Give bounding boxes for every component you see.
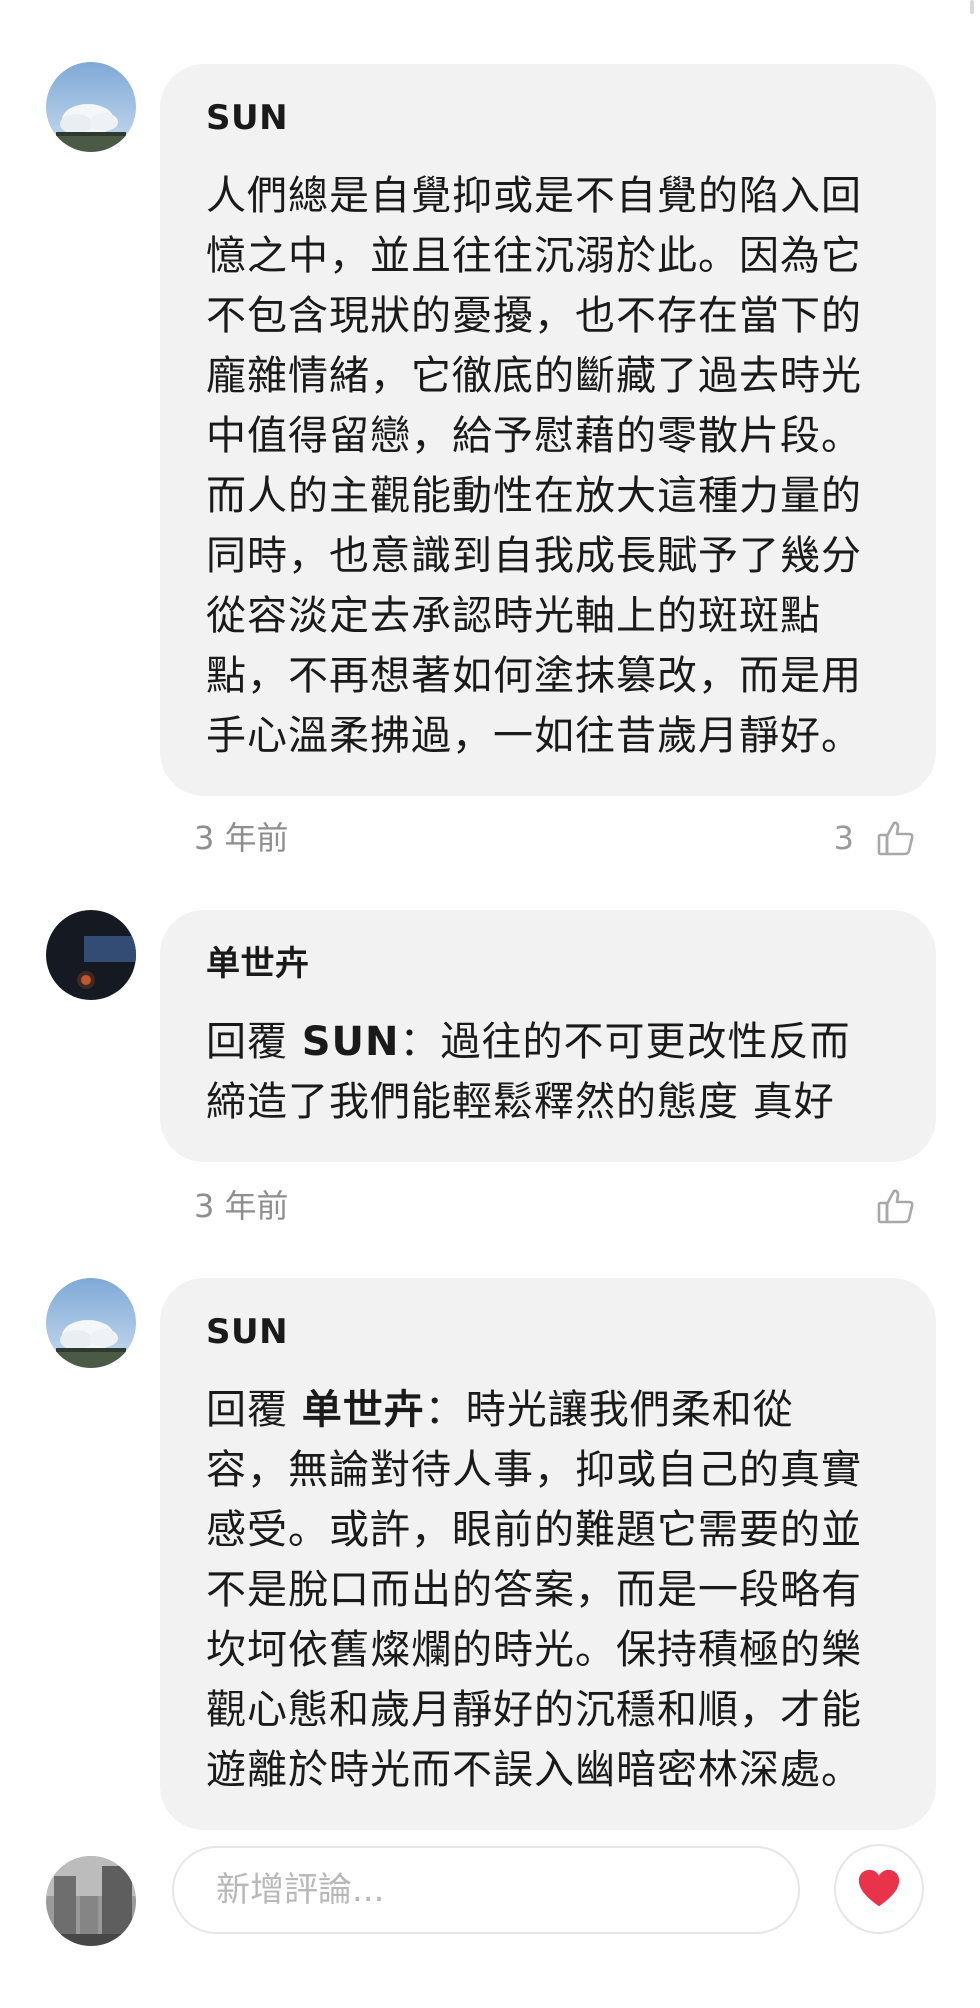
comment-input[interactable] [172, 1846, 800, 1934]
dark-night-avatar[interactable] [46, 910, 136, 1000]
comments-page: SUN 人們總是自覺抑或是不自覺的陷入回 憶之中，並且往往沉溺於此。因為它 不包… [0, 0, 980, 2008]
like-button[interactable] [876, 1186, 916, 1226]
reply-prefix: 回覆 [206, 1019, 302, 1065]
reply-to-user[interactable]: 单世卉 [302, 1387, 425, 1433]
comment-author[interactable]: 单世卉 [206, 944, 892, 984]
comment-bubble: 单世卉 回覆 SUN：過往的不可更改性反而 締造了我們能輕鬆釋然的態度 真好 [160, 910, 936, 1162]
thumbs-up-icon[interactable] [876, 1186, 916, 1226]
thumbs-up-icon[interactable] [876, 818, 916, 858]
street-photo-avatar[interactable] [46, 1856, 136, 1946]
comment-text: 人們總是自覺抑或是不自覺的陷入回 憶之中，並且往往沉溺於此。因為它 不包含現狀的… [206, 173, 862, 759]
reply-text: ：時光讓我們柔和從 容，無論對待人事，抑或自己的真實 感受。或許，眼前的難題它需… [206, 1387, 862, 1793]
comment-timestamp: 3 年前 [194, 1187, 289, 1225]
comment-author[interactable]: SUN [206, 98, 892, 138]
comment-timestamp: 3 年前 [194, 819, 289, 857]
sky-clouds-avatar[interactable] [46, 1278, 136, 1368]
reply-to-user[interactable]: SUN [302, 1019, 400, 1065]
comment-bubble: SUN 回覆 单世卉：時光讓我們柔和從 容，無論對待人事，抑或自己的真實 感受。… [160, 1278, 936, 1830]
like-button[interactable]: 3 [834, 818, 916, 858]
comment-composer [0, 1844, 980, 1956]
like-count: 3 [833, 819, 854, 857]
comment-author[interactable]: SUN [206, 1312, 892, 1352]
comment-bubble: SUN 人們總是自覺抑或是不自覺的陷入回 憶之中，並且往往沉溺於此。因為它 不包… [160, 64, 936, 796]
comment-text: 回覆 SUN：過往的不可更改性反而 締造了我們能輕鬆釋然的態度 真好 [206, 1012, 892, 1132]
heart-icon [858, 1869, 900, 1907]
comment-text: 回覆 单世卉：時光讓我們柔和從 容，無論對待人事，抑或自己的真實 感受。或許，眼… [206, 1380, 892, 1800]
reply-prefix: 回覆 [206, 1387, 302, 1433]
heart-button[interactable] [834, 1844, 924, 1934]
sky-clouds-avatar[interactable] [46, 62, 136, 152]
scroll-indicator[interactable] [970, 0, 974, 14]
